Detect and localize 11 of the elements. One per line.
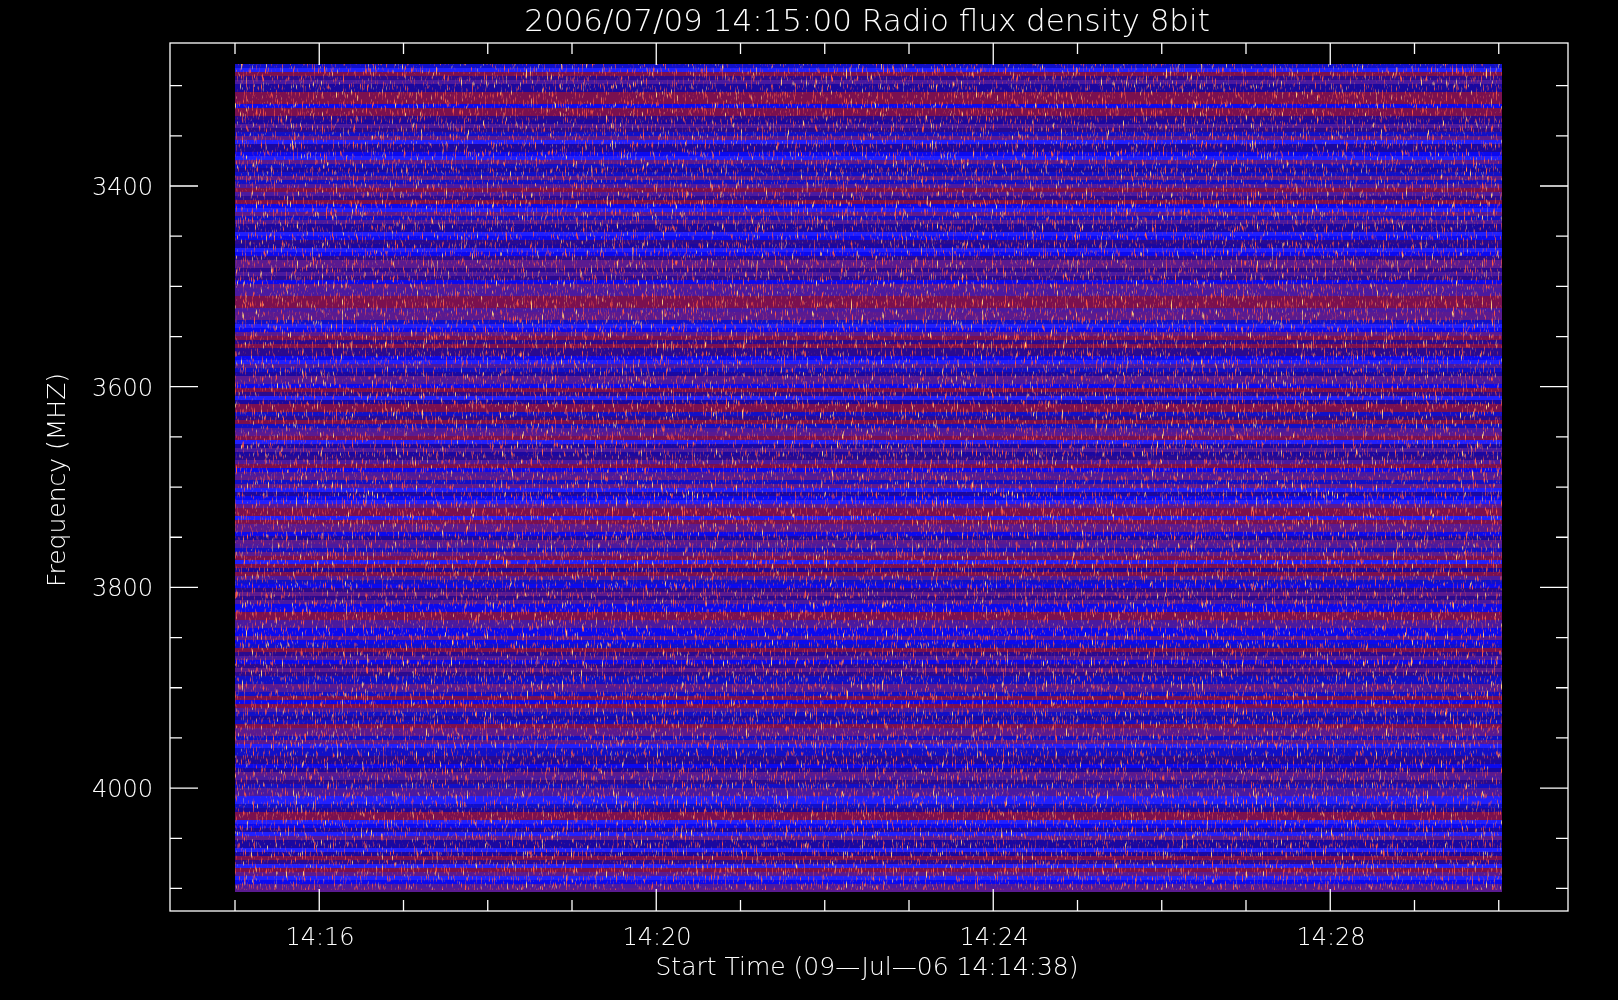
x-tick-label: 14:24 — [959, 923, 1029, 951]
y-axis-label: Frequency (MHZ) — [42, 372, 71, 588]
x-tick-label: 14:28 — [1296, 923, 1366, 951]
x-tick-label: 14:20 — [622, 923, 692, 951]
x-tick-label: 14:16 — [285, 923, 355, 951]
y-tick-label: 3400 — [91, 173, 153, 201]
y-tick-label: 3600 — [91, 373, 153, 402]
x-axis-label: Start Time (09—Jul—06 14:14:38) — [655, 952, 1079, 981]
plot-title: 2006/07/09 14:15:00 Radio flux density 8bit — [524, 2, 1210, 38]
y-tick-label: 4000 — [91, 775, 153, 804]
y-tick-label: 3800 — [91, 574, 153, 603]
